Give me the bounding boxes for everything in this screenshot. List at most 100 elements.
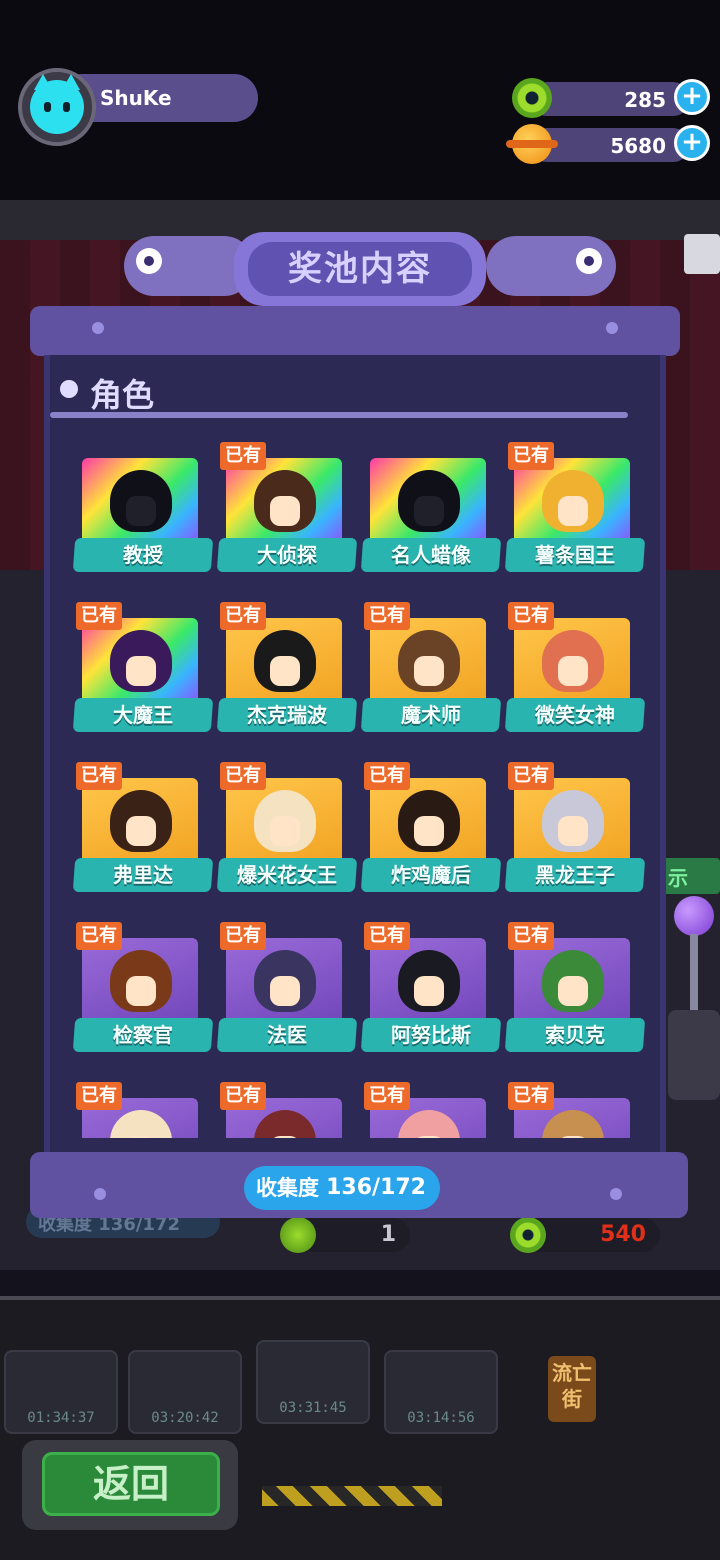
- add-currency-button[interactable]: +: [674, 125, 710, 161]
- character-face: [558, 656, 588, 686]
- player-profile[interactable]: ShuKe: [18, 68, 258, 146]
- hazard-stripe: [262, 1486, 442, 1506]
- character-card[interactable]: 索贝克 已有: [504, 922, 650, 1062]
- machine-timer: 03:20:42: [151, 1410, 219, 1426]
- character-card[interactable]: 已有: [362, 1082, 506, 1138]
- collection-value: 136/172: [326, 1175, 426, 1200]
- currency-amount: 5680: [610, 134, 666, 158]
- gacha-lever[interactable]: [668, 890, 720, 1150]
- character-portrait: [398, 790, 460, 852]
- green-coin-icon: [512, 78, 552, 118]
- character-card[interactable]: 法医 已有: [216, 922, 362, 1062]
- character-card[interactable]: 薯条国王 已有: [504, 442, 650, 582]
- character-portrait: [254, 1110, 316, 1138]
- character-name: 魔术师: [401, 703, 461, 727]
- character-card[interactable]: 大侦探 已有: [216, 442, 362, 582]
- character-face: [126, 1136, 156, 1138]
- background-cost-multi: 540: [510, 1217, 660, 1253]
- clip-icon[interactable]: [684, 234, 720, 274]
- background-cost-green: 1: [380, 1222, 396, 1247]
- back-button[interactable]: 返回: [22, 1440, 238, 1530]
- character-card[interactable]: 教授: [72, 442, 218, 582]
- character-face: [126, 816, 156, 846]
- owned-badge: 已有: [220, 602, 266, 630]
- background-cost-red: 540: [600, 1222, 646, 1247]
- owned-badge: 已有: [76, 1082, 122, 1110]
- character-portrait: [398, 950, 460, 1012]
- side-tag: 示: [660, 858, 720, 894]
- owned-badge: 已有: [220, 922, 266, 950]
- character-name: 薯条国王: [535, 543, 615, 567]
- section-divider: [50, 412, 628, 418]
- street-sign-text: 流亡街: [552, 1361, 592, 1411]
- character-card[interactable]: 杰克瑞波 已有: [216, 602, 362, 742]
- bolt-icon: [92, 322, 104, 334]
- character-grid[interactable]: 教授 大侦探 已有 名人蜡像 薯条国王 已有 大魔王 已有 杰克瑞波 已有 魔术师 已有 微笑女神 已有弗…: [44, 430, 666, 1138]
- character-portrait: [110, 790, 172, 852]
- character-card[interactable]: 爆米花女王 已有: [216, 762, 362, 902]
- side-tag-text: 示: [668, 866, 688, 890]
- character-face: [558, 816, 588, 846]
- currency-amount: 285: [624, 88, 666, 112]
- owned-badge: 已有: [508, 762, 554, 790]
- character-name: 法医: [267, 1023, 307, 1047]
- character-face: [558, 976, 588, 1006]
- panel-top-rail: [30, 306, 680, 356]
- panel-title-inner: 奖池内容: [248, 242, 472, 296]
- character-name: 阿努比斯: [391, 1023, 471, 1047]
- avatar[interactable]: [18, 68, 96, 146]
- owned-badge: 已有: [364, 922, 410, 950]
- machine[interactable]: 03:20:42: [128, 1350, 242, 1434]
- character-name: 弗里达: [113, 863, 173, 887]
- character-card[interactable]: 阿努比斯 已有: [360, 922, 506, 1062]
- avatar-eye: [63, 102, 70, 112]
- bolt-icon: [606, 322, 618, 334]
- character-face: [414, 1136, 444, 1138]
- currency-orange: 5680 +: [506, 124, 712, 164]
- machine[interactable]: 03:31:45: [256, 1340, 370, 1424]
- owned-badge: 已有: [508, 442, 554, 470]
- collection-progress: 收集度 136/172: [244, 1166, 440, 1210]
- character-card[interactable]: 已有: [218, 1082, 362, 1138]
- avatar-eye: [44, 102, 51, 112]
- character-portrait: [110, 630, 172, 692]
- character-name: 微笑女神: [535, 703, 615, 727]
- machine-row: 01:34:37 03:20:42 03:31:45 03:14:56: [0, 1340, 720, 1440]
- character-card[interactable]: 黑龙王子 已有: [504, 762, 650, 902]
- character-card[interactable]: 弗里达 已有: [72, 762, 218, 902]
- character-name: 爆米花女王: [237, 863, 337, 887]
- add-currency-button[interactable]: +: [674, 79, 710, 115]
- character-card[interactable]: 炸鸡魔后 已有: [360, 762, 506, 902]
- character-name: 检察官: [113, 1023, 173, 1047]
- character-portrait: [542, 950, 604, 1012]
- back-button-label: 返回: [92, 1462, 169, 1506]
- character-face: [270, 816, 300, 846]
- fish-eye: [136, 248, 162, 274]
- machine[interactable]: 03:14:56: [384, 1350, 498, 1434]
- character-card[interactable]: 已有: [506, 1082, 650, 1138]
- character-card[interactable]: 大魔王 已有: [72, 602, 218, 742]
- character-name: 炸鸡魔后: [391, 863, 471, 887]
- character-face: [414, 656, 444, 686]
- cat-avatar-icon: [30, 74, 84, 134]
- character-portrait: [398, 1110, 460, 1138]
- machine[interactable]: 01:34:37: [4, 1350, 118, 1434]
- collection-label: 收集度: [256, 1176, 319, 1200]
- bullet-icon: [60, 380, 78, 398]
- character-face: [414, 976, 444, 1006]
- character-name: 大侦探: [257, 543, 317, 567]
- character-card[interactable]: 微笑女神 已有: [504, 602, 650, 742]
- panel-title: 奖池内容: [288, 249, 432, 289]
- owned-badge: 已有: [364, 1082, 410, 1110]
- character-portrait: [110, 1110, 172, 1138]
- player-name: ShuKe: [100, 86, 172, 110]
- character-card[interactable]: 名人蜡像: [360, 442, 506, 582]
- character-face: [270, 976, 300, 1006]
- character-card[interactable]: 魔术师 已有: [360, 602, 506, 742]
- character-card[interactable]: 已有: [74, 1082, 218, 1138]
- character-card[interactable]: 检察官 已有: [72, 922, 218, 1062]
- character-portrait: [542, 1110, 604, 1138]
- owned-badge: 已有: [364, 762, 410, 790]
- character-portrait: [542, 630, 604, 692]
- owned-badge: 已有: [508, 602, 554, 630]
